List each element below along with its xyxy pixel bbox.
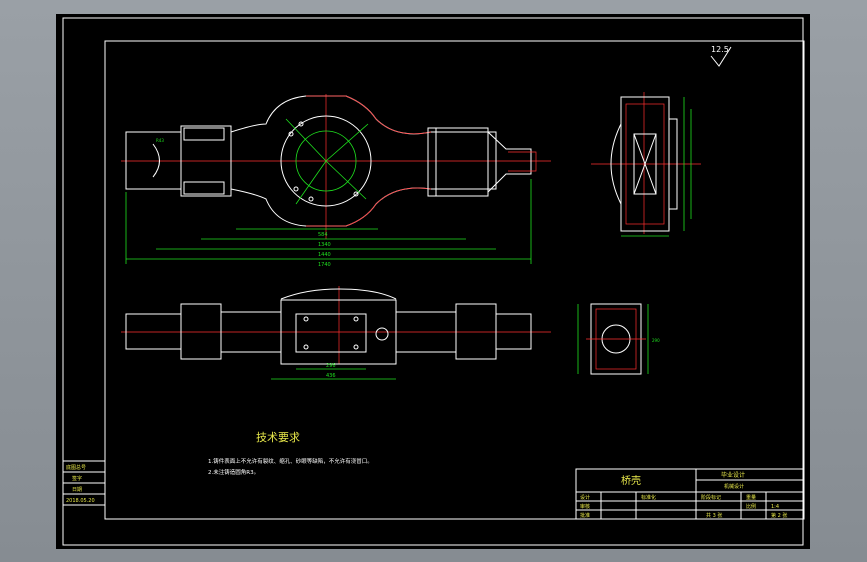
mark-label: 阶段标记: [701, 494, 721, 501]
tech-note-1: 1.铸件表面上不允许有裂纹、缩孔、砂眼等缺陷，不允许有浇冒口。: [208, 457, 373, 465]
tech-note-2: 2.未注铸造圆角R3。: [208, 468, 259, 476]
sheet-no: 第 2 张: [771, 512, 787, 519]
design-label: 设计: [580, 494, 590, 501]
drawing-svg: 1440 1740 1340 584 R43 296 436 290 12.5 …: [62, 17, 805, 546]
top-view: 296 436: [121, 286, 551, 380]
svg-text:584: 584: [318, 232, 328, 238]
roughness-symbol: 12.5: [710, 45, 732, 67]
stamp-row-3: 日期: [72, 487, 82, 493]
section-view: 290: [577, 303, 660, 375]
svg-text:296: 296: [326, 363, 336, 369]
title-block: 桥壳 毕业设计 机械设计 设计 审核 批准 标准化 阶段标记 重量 比例 1:4…: [575, 468, 805, 520]
stamp-row-4: 2018.05.20: [66, 498, 95, 504]
svg-text:1740: 1740: [318, 262, 331, 268]
svg-text:1440: 1440: [318, 252, 331, 258]
school-label: 毕业设计: [721, 471, 745, 479]
class-label: 机械设计: [724, 483, 744, 490]
svg-text:290: 290: [652, 338, 660, 343]
svg-text:1340: 1340: [318, 242, 331, 248]
drawing-canvas[interactable]: 1440 1740 1340 584 R43 296 436 290 12.5 …: [56, 14, 810, 549]
scale-label: 比例: [746, 503, 756, 510]
roughness-value: 12.5: [711, 45, 729, 54]
scale-value: 1:4: [771, 504, 779, 510]
cad-viewport: 1440 1740 1340 584 R43 296 436 290 12.5 …: [0, 0, 867, 562]
outer-border: [62, 17, 804, 546]
std-label: 标准化: [641, 494, 656, 501]
side-view: [591, 92, 701, 237]
inner-border: [104, 40, 805, 520]
sheet-total: 共 3 张: [706, 512, 722, 519]
svg-text:436: 436: [326, 373, 336, 379]
stamp-row-2: 签字: [72, 475, 82, 482]
tech-requirements: 技术要求 1.铸件表面上不允许有裂纹、缩孔、砂眼等缺陷，不允许有浇冒口。 2.未…: [208, 431, 373, 476]
front-view: 1440 1740 1340 584 R43: [121, 94, 551, 268]
approve-label: 批准: [580, 512, 590, 519]
left-stamp: 底图总号 签字 日期 2018.05.20: [62, 460, 106, 506]
weight-label: 重量: [746, 494, 756, 501]
stamp-row-1: 底图总号: [66, 464, 86, 471]
check-label: 审核: [580, 503, 590, 510]
tech-title: 技术要求: [256, 431, 300, 444]
part-name: 桥壳: [621, 474, 641, 487]
svg-text:R43: R43: [156, 138, 164, 143]
